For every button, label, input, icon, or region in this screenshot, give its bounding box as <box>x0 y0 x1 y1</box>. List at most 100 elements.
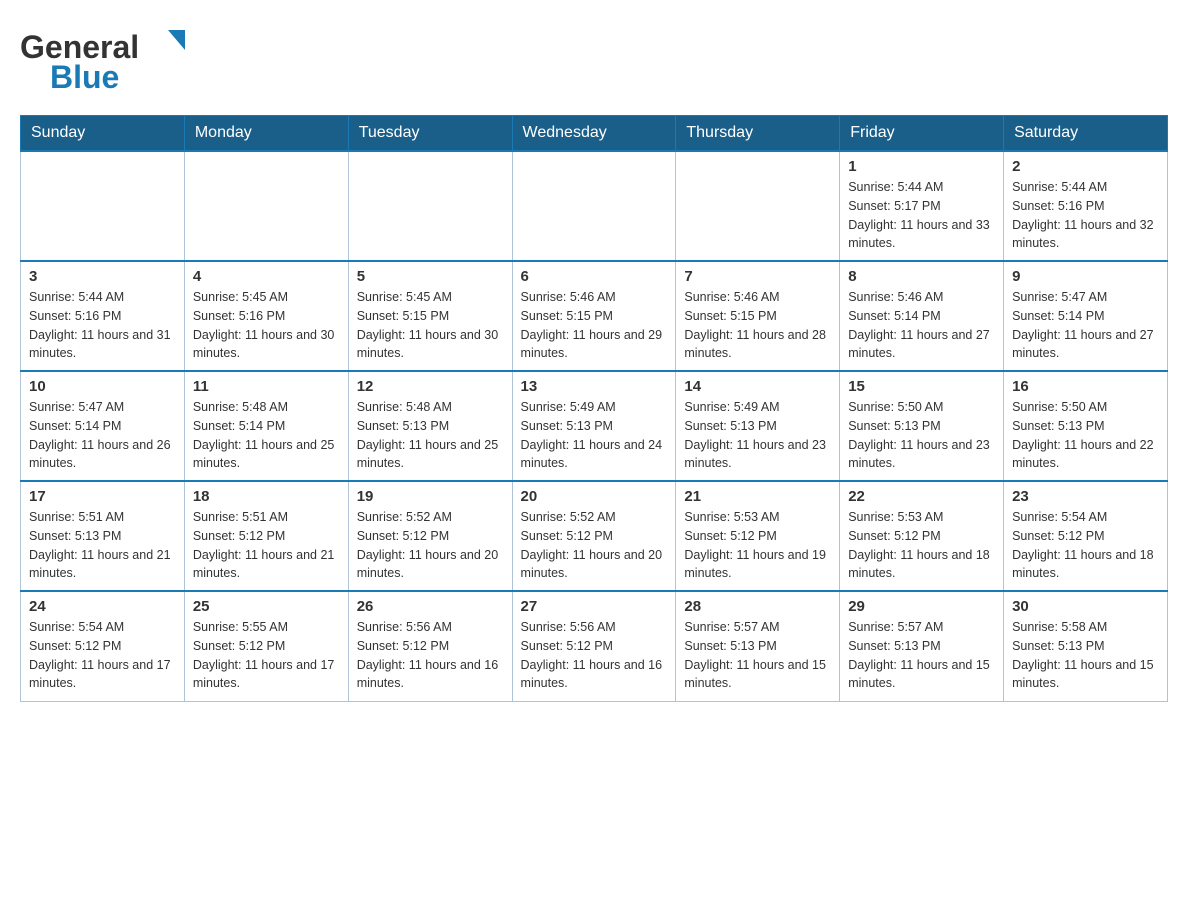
day-cell: 28Sunrise: 5:57 AM Sunset: 5:13 PM Dayli… <box>676 591 840 701</box>
week-row-1: 1 Sunrise: 5:44 AM Sunset: 5:17 PM Daylig… <box>21 151 1168 261</box>
day-number: 28 <box>684 598 831 615</box>
day-info: Sunrise: 5:49 AM Sunset: 5:13 PM Dayligh… <box>521 398 668 473</box>
day-cell: 7Sunrise: 5:46 AM Sunset: 5:15 PM Daylig… <box>676 261 840 371</box>
day-info: Sunrise: 5:53 AM Sunset: 5:12 PM Dayligh… <box>684 508 831 583</box>
day-cell: 11 Sunrise: 5:48 AM Sunset: 5:14 PM Dayli… <box>184 371 348 481</box>
day-info: Sunrise: 5:46 AM Sunset: 5:15 PM Dayligh… <box>684 288 831 363</box>
week-row-3: 10 Sunrise: 5:47 AM Sunset: 5:14 PM Dayli… <box>21 371 1168 481</box>
day-info: Sunrise: 5:52 AM Sunset: 5:12 PM Dayligh… <box>357 508 504 583</box>
day-cell <box>184 151 348 261</box>
day-number: 11 <box>193 378 340 395</box>
logo: General Blue <box>20 20 210 95</box>
day-number: 16 <box>1012 378 1159 395</box>
weekday-header-monday: Monday <box>184 116 348 152</box>
day-cell: 23 Sunrise: 5:54 AM Sunset: 5:12 PM Dayli… <box>1004 481 1168 591</box>
day-cell: 17Sunrise: 5:51 AM Sunset: 5:13 PM Dayli… <box>21 481 185 591</box>
day-info: Sunrise: 5:44 AM Sunset: 5:16 PM Dayligh… <box>29 288 176 363</box>
day-number: 23 <box>1012 488 1159 505</box>
day-cell <box>676 151 840 261</box>
day-cell: 5 Sunrise: 5:45 AM Sunset: 5:15 PM Daylig… <box>348 261 512 371</box>
day-cell: 2 Sunrise: 5:44 AM Sunset: 5:16 PM Daylig… <box>1004 151 1168 261</box>
day-cell: 13 Sunrise: 5:49 AM Sunset: 5:13 PM Dayli… <box>512 371 676 481</box>
day-cell: 24 Sunrise: 5:54 AM Sunset: 5:12 PM Dayli… <box>21 591 185 701</box>
day-cell: 25 Sunrise: 5:55 AM Sunset: 5:12 PM Dayli… <box>184 591 348 701</box>
day-info: Sunrise: 5:56 AM Sunset: 5:12 PM Dayligh… <box>357 618 504 693</box>
day-number: 24 <box>29 598 176 615</box>
day-cell: 26 Sunrise: 5:56 AM Sunset: 5:12 PM Dayli… <box>348 591 512 701</box>
calendar-table: SundayMondayTuesdayWednesdayThursdayFrid… <box>20 115 1168 702</box>
day-cell: 14Sunrise: 5:49 AM Sunset: 5:13 PM Dayli… <box>676 371 840 481</box>
day-number: 3 <box>29 268 176 285</box>
weekday-header-saturday: Saturday <box>1004 116 1168 152</box>
day-info: Sunrise: 5:44 AM Sunset: 5:16 PM Dayligh… <box>1012 178 1159 253</box>
weekday-header-wednesday: Wednesday <box>512 116 676 152</box>
day-info: Sunrise: 5:44 AM Sunset: 5:17 PM Dayligh… <box>848 178 995 253</box>
day-cell: 30Sunrise: 5:58 AM Sunset: 5:13 PM Dayli… <box>1004 591 1168 701</box>
week-row-4: 17Sunrise: 5:51 AM Sunset: 5:13 PM Dayli… <box>21 481 1168 591</box>
day-number: 26 <box>357 598 504 615</box>
day-info: Sunrise: 5:52 AM Sunset: 5:12 PM Dayligh… <box>521 508 668 583</box>
page-header: General Blue <box>20 20 1168 95</box>
svg-text:Blue: Blue <box>50 59 119 95</box>
day-number: 9 <box>1012 268 1159 285</box>
day-info: Sunrise: 5:51 AM Sunset: 5:12 PM Dayligh… <box>193 508 340 583</box>
day-cell: 10 Sunrise: 5:47 AM Sunset: 5:14 PM Dayli… <box>21 371 185 481</box>
day-cell: 1 Sunrise: 5:44 AM Sunset: 5:17 PM Daylig… <box>840 151 1004 261</box>
day-number: 8 <box>848 268 995 285</box>
weekday-header-friday: Friday <box>840 116 1004 152</box>
day-cell: 8 Sunrise: 5:46 AM Sunset: 5:14 PM Daylig… <box>840 261 1004 371</box>
day-number: 29 <box>848 598 995 615</box>
day-number: 2 <box>1012 158 1159 175</box>
day-info: Sunrise: 5:51 AM Sunset: 5:13 PM Dayligh… <box>29 508 176 583</box>
week-row-5: 24 Sunrise: 5:54 AM Sunset: 5:12 PM Dayli… <box>21 591 1168 701</box>
day-number: 21 <box>684 488 831 505</box>
day-number: 15 <box>848 378 995 395</box>
day-number: 14 <box>684 378 831 395</box>
day-cell <box>512 151 676 261</box>
day-info: Sunrise: 5:46 AM Sunset: 5:15 PM Dayligh… <box>521 288 668 363</box>
day-info: Sunrise: 5:55 AM Sunset: 5:12 PM Dayligh… <box>193 618 340 693</box>
day-info: Sunrise: 5:54 AM Sunset: 5:12 PM Dayligh… <box>29 618 176 693</box>
week-row-2: 3 Sunrise: 5:44 AM Sunset: 5:16 PM Daylig… <box>21 261 1168 371</box>
day-number: 1 <box>848 158 995 175</box>
day-cell <box>348 151 512 261</box>
day-number: 6 <box>521 268 668 285</box>
day-info: Sunrise: 5:53 AM Sunset: 5:12 PM Dayligh… <box>848 508 995 583</box>
day-number: 30 <box>1012 598 1159 615</box>
day-cell: 29Sunrise: 5:57 AM Sunset: 5:13 PM Dayli… <box>840 591 1004 701</box>
day-number: 20 <box>521 488 668 505</box>
day-number: 18 <box>193 488 340 505</box>
day-info: Sunrise: 5:45 AM Sunset: 5:16 PM Dayligh… <box>193 288 340 363</box>
day-cell: 9 Sunrise: 5:47 AM Sunset: 5:14 PM Daylig… <box>1004 261 1168 371</box>
day-cell: 18 Sunrise: 5:51 AM Sunset: 5:12 PM Dayli… <box>184 481 348 591</box>
day-info: Sunrise: 5:50 AM Sunset: 5:13 PM Dayligh… <box>1012 398 1159 473</box>
day-number: 22 <box>848 488 995 505</box>
day-info: Sunrise: 5:54 AM Sunset: 5:12 PM Dayligh… <box>1012 508 1159 583</box>
day-cell: 6 Sunrise: 5:46 AM Sunset: 5:15 PM Daylig… <box>512 261 676 371</box>
day-number: 25 <box>193 598 340 615</box>
day-info: Sunrise: 5:46 AM Sunset: 5:14 PM Dayligh… <box>848 288 995 363</box>
day-info: Sunrise: 5:47 AM Sunset: 5:14 PM Dayligh… <box>1012 288 1159 363</box>
day-number: 4 <box>193 268 340 285</box>
day-number: 13 <box>521 378 668 395</box>
day-cell: 15 Sunrise: 5:50 AM Sunset: 5:13 PM Dayli… <box>840 371 1004 481</box>
day-info: Sunrise: 5:47 AM Sunset: 5:14 PM Dayligh… <box>29 398 176 473</box>
day-cell: 27Sunrise: 5:56 AM Sunset: 5:12 PM Dayli… <box>512 591 676 701</box>
day-number: 19 <box>357 488 504 505</box>
day-info: Sunrise: 5:45 AM Sunset: 5:15 PM Dayligh… <box>357 288 504 363</box>
weekday-header-sunday: Sunday <box>21 116 185 152</box>
day-number: 10 <box>29 378 176 395</box>
day-cell: 22 Sunrise: 5:53 AM Sunset: 5:12 PM Dayli… <box>840 481 1004 591</box>
day-info: Sunrise: 5:50 AM Sunset: 5:13 PM Dayligh… <box>848 398 995 473</box>
day-cell: 20 Sunrise: 5:52 AM Sunset: 5:12 PM Dayli… <box>512 481 676 591</box>
day-number: 5 <box>357 268 504 285</box>
day-number: 27 <box>521 598 668 615</box>
day-cell: 12Sunrise: 5:48 AM Sunset: 5:13 PM Dayli… <box>348 371 512 481</box>
day-info: Sunrise: 5:48 AM Sunset: 5:14 PM Dayligh… <box>193 398 340 473</box>
day-cell <box>21 151 185 261</box>
weekday-header-tuesday: Tuesday <box>348 116 512 152</box>
day-cell: 4 Sunrise: 5:45 AM Sunset: 5:16 PM Daylig… <box>184 261 348 371</box>
day-cell: 16 Sunrise: 5:50 AM Sunset: 5:13 PM Dayli… <box>1004 371 1168 481</box>
day-cell: 19 Sunrise: 5:52 AM Sunset: 5:12 PM Dayli… <box>348 481 512 591</box>
day-info: Sunrise: 5:48 AM Sunset: 5:13 PM Dayligh… <box>357 398 504 473</box>
